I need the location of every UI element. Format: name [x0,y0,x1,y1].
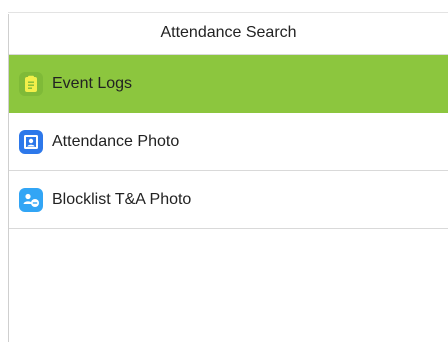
menu-item-label: Event Logs [52,74,133,92]
blocked-users-icon [19,187,43,212]
menu-item-event-logs[interactable]: Event Logs [9,55,448,113]
attendance-search-screen: Attendance Search Event Logs Attendance … [0,0,448,342]
page-title-text: Attendance Search [160,24,297,41]
attendance-search-menu: Event Logs Attendance Photo Blocklist T&… [9,55,448,229]
menu-item-blocklist-photo[interactable]: Blocklist T&A Photo [9,171,448,229]
menu-item-attendance-photo[interactable]: Attendance Photo [9,113,448,171]
clipboard-icon [19,71,43,96]
portrait-photo-icon [19,129,43,154]
menu-item-label: Attendance Photo [52,132,180,150]
page-title: Attendance Search [9,13,448,53]
menu-item-label: Blocklist T&A Photo [52,190,192,208]
